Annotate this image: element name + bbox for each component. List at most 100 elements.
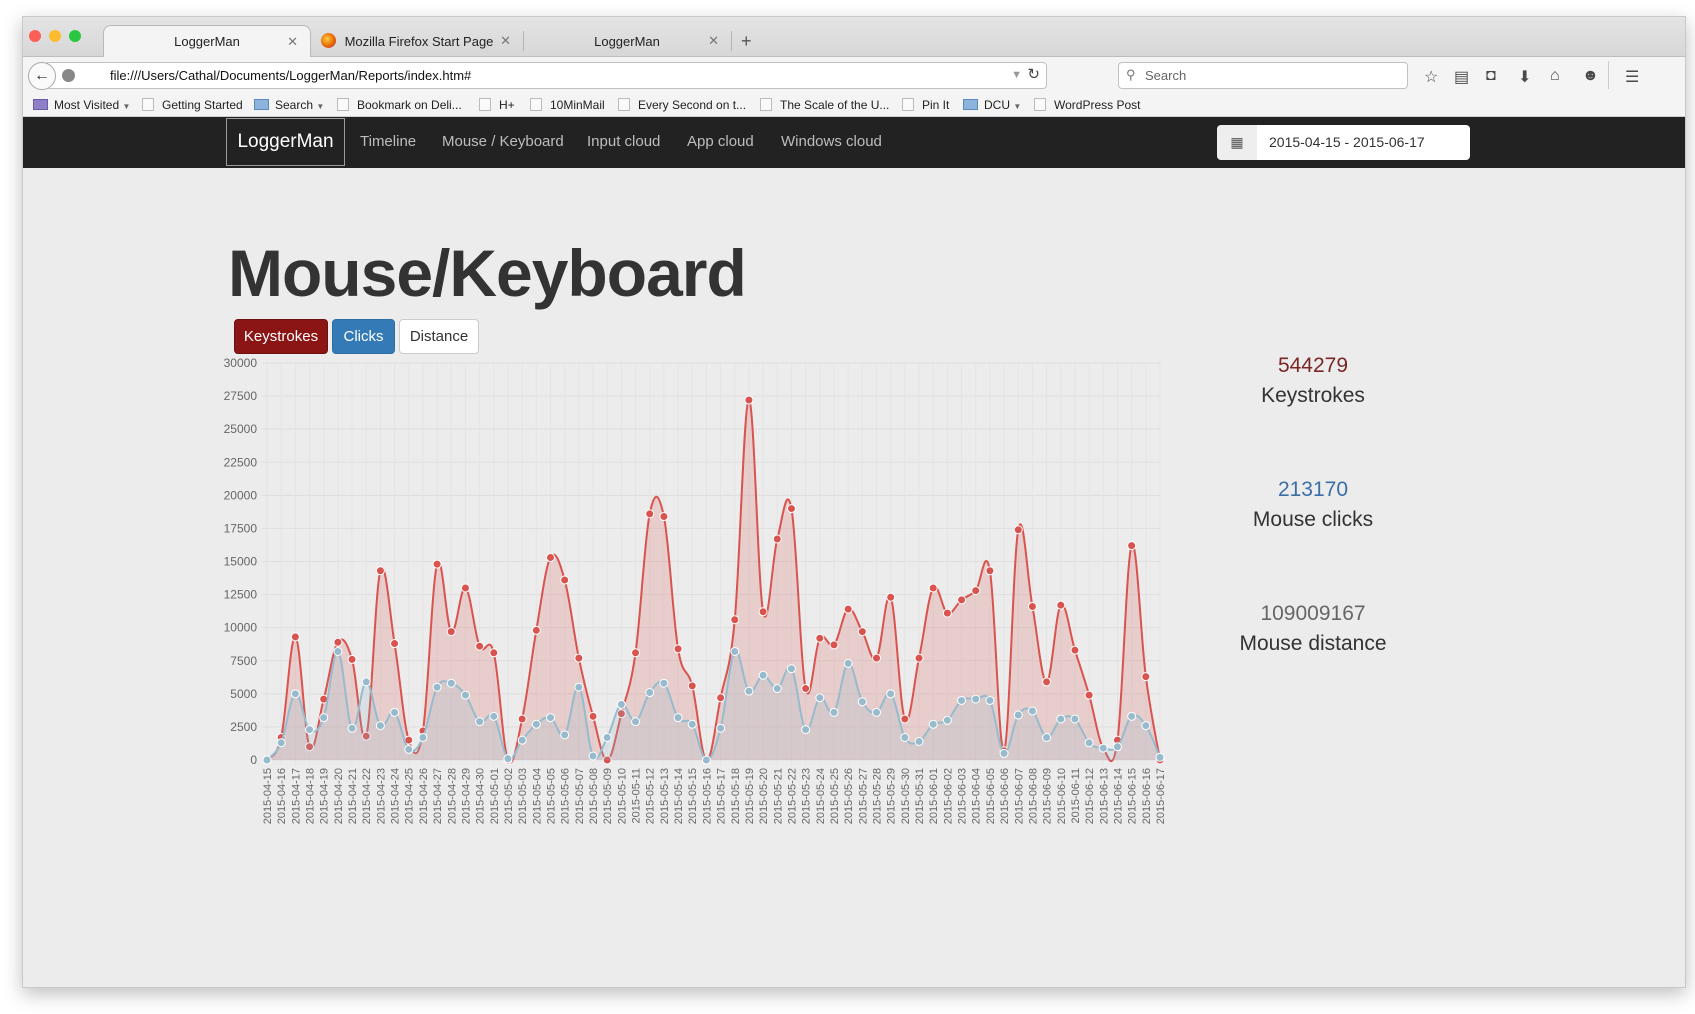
keystrokes-point[interactable] — [545, 553, 555, 563]
clicks-point[interactable] — [574, 682, 584, 692]
clicks-point[interactable] — [460, 690, 470, 700]
keystrokes-point[interactable] — [900, 714, 910, 724]
clicks-point[interactable] — [545, 713, 555, 723]
clicks-point[interactable] — [999, 748, 1009, 758]
clicks-point[interactable] — [1027, 706, 1037, 716]
clicks-point[interactable] — [305, 725, 315, 735]
clicks-point[interactable] — [1056, 714, 1066, 724]
clicks-point[interactable] — [857, 697, 867, 707]
clicks-point[interactable] — [900, 733, 910, 743]
keystrokes-point[interactable] — [957, 595, 967, 605]
clicks-point[interactable] — [361, 677, 371, 687]
clicks-point[interactable] — [446, 678, 456, 688]
keystrokes-point[interactable] — [1084, 690, 1094, 700]
clicks-point[interactable] — [1070, 714, 1080, 724]
clicks-point[interactable] — [829, 707, 839, 717]
keystrokes-point[interactable] — [843, 604, 853, 614]
keystrokes-point[interactable] — [786, 504, 796, 514]
clicks-point[interactable] — [560, 730, 570, 740]
clicks-point[interactable] — [1098, 743, 1108, 753]
keystrokes-point[interactable] — [347, 654, 357, 664]
clicks-point[interactable] — [744, 686, 754, 696]
clicks-point[interactable] — [971, 694, 981, 704]
keystrokes-point[interactable] — [1070, 645, 1080, 655]
keystrokes-point[interactable] — [928, 583, 938, 593]
clicks-point[interactable] — [517, 735, 527, 745]
clicks-point[interactable] — [276, 738, 286, 748]
clicks-point[interactable] — [1141, 721, 1151, 731]
keystrokes-point[interactable] — [985, 566, 995, 576]
clicks-point[interactable] — [716, 723, 726, 733]
clicks-point[interactable] — [390, 707, 400, 717]
clicks-point[interactable] — [375, 721, 385, 731]
clicks-point[interactable] — [1042, 733, 1052, 743]
clicks-point[interactable] — [631, 717, 641, 727]
clicks-point[interactable] — [1084, 738, 1094, 748]
keystrokes-point[interactable] — [1141, 672, 1151, 682]
clicks-point[interactable] — [673, 713, 683, 723]
clicks-point[interactable] — [772, 684, 782, 694]
clicks-point[interactable] — [701, 755, 711, 765]
keystrokes-point[interactable] — [886, 592, 896, 602]
keystrokes-point[interactable] — [801, 684, 811, 694]
clicks-point[interactable] — [957, 695, 967, 705]
keystrokes-point[interactable] — [730, 615, 740, 625]
clicks-point[interactable] — [418, 733, 428, 743]
clicks-point[interactable] — [319, 713, 329, 723]
keystrokes-point[interactable] — [560, 575, 570, 585]
clicks-point[interactable] — [659, 678, 669, 688]
clicks-point[interactable] — [645, 688, 655, 698]
keystrokes-point[interactable] — [857, 627, 867, 637]
keystrokes-point[interactable] — [489, 648, 499, 658]
clicks-point[interactable] — [503, 754, 513, 764]
keystrokes-point[interactable] — [1056, 600, 1066, 610]
keystrokes-point[interactable] — [971, 586, 981, 596]
clicks-point[interactable] — [1013, 710, 1023, 720]
clicks-point[interactable] — [616, 699, 626, 709]
keystrokes-point[interactable] — [517, 714, 527, 724]
keystrokes-point[interactable] — [716, 693, 726, 703]
clicks-point[interactable] — [475, 717, 485, 727]
clicks-point[interactable] — [531, 719, 541, 729]
keystrokes-point[interactable] — [631, 648, 641, 658]
keystrokes-point[interactable] — [574, 653, 584, 663]
keystrokes-point[interactable] — [829, 640, 839, 650]
keystrokes-point[interactable] — [645, 509, 655, 519]
clicks-point[interactable] — [432, 682, 442, 692]
keystrokes-point[interactable] — [942, 608, 952, 618]
keystrokes-point[interactable] — [744, 395, 754, 405]
keystrokes-point[interactable] — [914, 653, 924, 663]
clicks-point[interactable] — [786, 664, 796, 674]
clicks-point[interactable] — [815, 693, 825, 703]
keystrokes-point[interactable] — [1127, 541, 1137, 551]
clicks-point[interactable] — [1155, 752, 1165, 762]
clicks-point[interactable] — [489, 711, 499, 721]
keystrokes-point[interactable] — [673, 644, 683, 654]
clicks-point[interactable] — [985, 695, 995, 705]
keystrokes-point[interactable] — [1027, 601, 1037, 611]
keystrokes-point[interactable] — [687, 681, 697, 691]
keystrokes-point[interactable] — [375, 566, 385, 576]
keystrokes-point[interactable] — [1042, 677, 1052, 687]
keystrokes-point[interactable] — [659, 512, 669, 522]
clicks-point[interactable] — [687, 719, 697, 729]
clicks-point[interactable] — [872, 707, 882, 717]
clicks-point[interactable] — [404, 744, 414, 754]
keystrokes-point[interactable] — [772, 534, 782, 544]
clicks-point[interactable] — [886, 689, 896, 699]
clicks-point[interactable] — [914, 736, 924, 746]
keystrokes-point[interactable] — [1013, 525, 1023, 535]
keystrokes-point[interactable] — [290, 632, 300, 642]
clicks-point[interactable] — [758, 670, 768, 680]
clicks-point[interactable] — [347, 723, 357, 733]
keystrokes-point[interactable] — [758, 607, 768, 617]
clicks-point[interactable] — [801, 725, 811, 735]
clicks-point[interactable] — [588, 751, 598, 761]
clicks-point[interactable] — [730, 646, 740, 656]
clicks-point[interactable] — [942, 715, 952, 725]
keystrokes-point[interactable] — [432, 559, 442, 569]
keystrokes-point[interactable] — [815, 633, 825, 643]
clicks-point[interactable] — [1112, 742, 1122, 752]
clicks-point[interactable] — [1127, 711, 1137, 721]
keystrokes-point[interactable] — [446, 627, 456, 637]
